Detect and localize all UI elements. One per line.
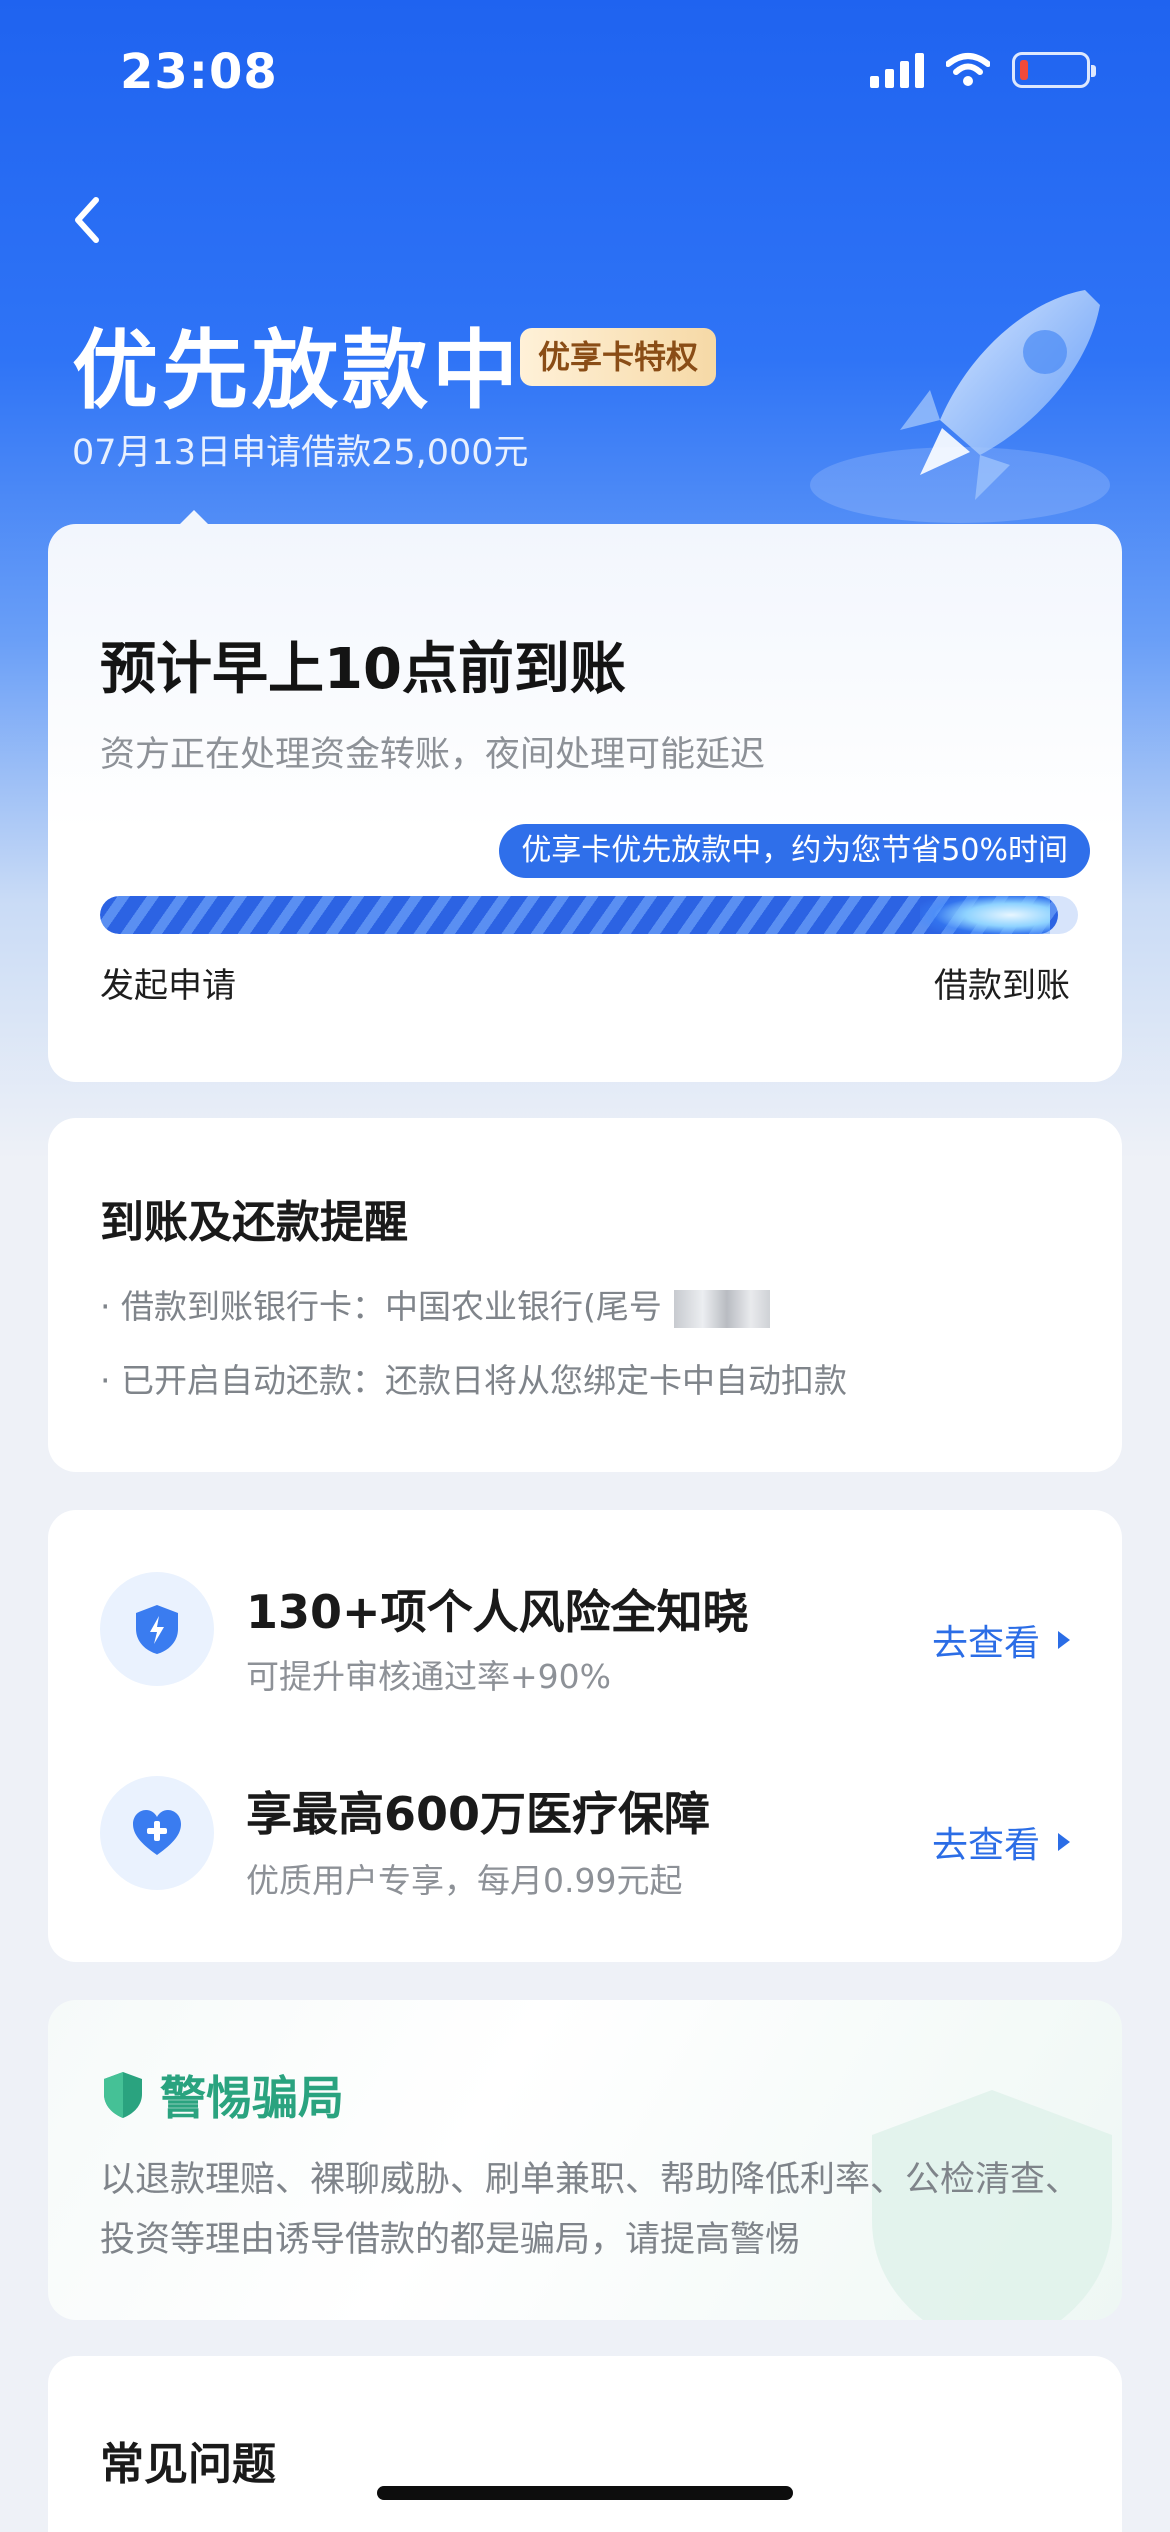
fraud-warning-text: 以退款理赔、裸聊威胁、刷单兼职、帮助降低利率、公检清查、投资等理由诱导借款的都是… <box>100 2160 1081 2260</box>
chevron-left-icon <box>75 197 99 243</box>
triangle-right-icon <box>1058 1631 1070 1649</box>
masked-card-number <box>673 1289 770 1328</box>
shield-check-icon <box>104 2072 142 2118</box>
medical-service-icon <box>100 1776 214 1890</box>
risk-view-button[interactable]: 去查看 <box>932 1614 1070 1666</box>
risk-service-icon <box>100 1572 214 1686</box>
loan-summary: 07月13日申请借款25,000元 <box>72 433 529 473</box>
privilege-badge: 优享卡特权 <box>520 328 717 386</box>
faq-card[interactable]: 常见问题 <box>48 2356 1122 2532</box>
medical-service-title: 享最高600万医疗保障 <box>246 1787 711 1841</box>
fraud-warning-title: 警惕骗局 <box>160 2071 344 2125</box>
bank-card-text: · 借款到账银行卡：中国农业银行(尾号 <box>100 1287 662 1326</box>
progress-glow <box>920 896 1051 934</box>
home-indicator[interactable] <box>377 2486 793 2500</box>
wifi-icon <box>946 53 990 86</box>
medical-view-button[interactable]: 去查看 <box>932 1816 1070 1868</box>
fraud-warning-header: 警惕骗局 <box>100 2062 344 2128</box>
page-title: 优先放款中 <box>72 321 522 421</box>
status-time: 23:08 <box>120 44 278 100</box>
medical-service-desc: 优质用户专享，每月0.99元起 <box>246 1861 683 1900</box>
heart-plus-icon <box>133 1810 181 1855</box>
triangle-right-icon <box>1058 1833 1070 1851</box>
risk-service-title: 130+项个人风险全知晓 <box>246 1585 749 1639</box>
rocket-illustration <box>810 290 1110 523</box>
fraud-warning-card: 警惕骗局 以退款理赔、裸聊威胁、刷单兼职、帮助降低利率、公检清查、投资等理由诱导… <box>48 2000 1122 2320</box>
cellular-signal-icon <box>870 52 924 88</box>
reminder-card: 到账及还款提醒 · 借款到账银行卡：中国农业银行(尾号 · 已开启自动还款：还款… <box>48 1118 1122 1472</box>
auto-repay-line: · 已开启自动还款：还款日将从您绑定卡中自动扣款 <box>100 1361 847 1400</box>
reminder-title: 到账及还款提醒 <box>100 1197 408 1248</box>
status-bar: 23:08 <box>0 0 1170 150</box>
battery-icon <box>1012 52 1096 88</box>
progress-fill <box>100 896 1059 934</box>
loan-progress-card: 预计早上10点前到账 资方正在处理资金转账，夜间处理可能延迟 优享卡优先放款中，… <box>48 510 1122 1082</box>
time-saving-tip: 优享卡优先放款中，约为您节省50%时间 <box>499 824 1090 878</box>
risk-service-desc: 可提升审核通过率+90% <box>246 1657 611 1696</box>
status-icons <box>870 52 1096 88</box>
progress-start-label: 发起申请 <box>100 966 236 1006</box>
faq-title: 常见问题 <box>100 2439 276 2490</box>
medical-view-label: 去查看 <box>931 1825 1040 1866</box>
risk-view-label: 去查看 <box>931 1623 1040 1664</box>
processing-note: 资方正在处理资金转账，夜间处理可能延迟 <box>100 735 766 775</box>
arrival-estimate: 预计早上10点前到账 <box>100 637 626 702</box>
battery-level <box>1020 60 1028 80</box>
shield-lightning-icon <box>136 1605 178 1654</box>
progress-end-label: 借款到账 <box>934 966 1070 1006</box>
bank-card-line: · 借款到账银行卡：中国农业银行(尾号 <box>100 1280 770 1328</box>
services-card: 130+项个人风险全知晓 可提升审核通过率+90% 去查看 享最高600万医疗保… <box>48 1510 1122 1962</box>
progress-bar <box>100 896 1078 934</box>
back-button[interactable] <box>48 180 128 260</box>
